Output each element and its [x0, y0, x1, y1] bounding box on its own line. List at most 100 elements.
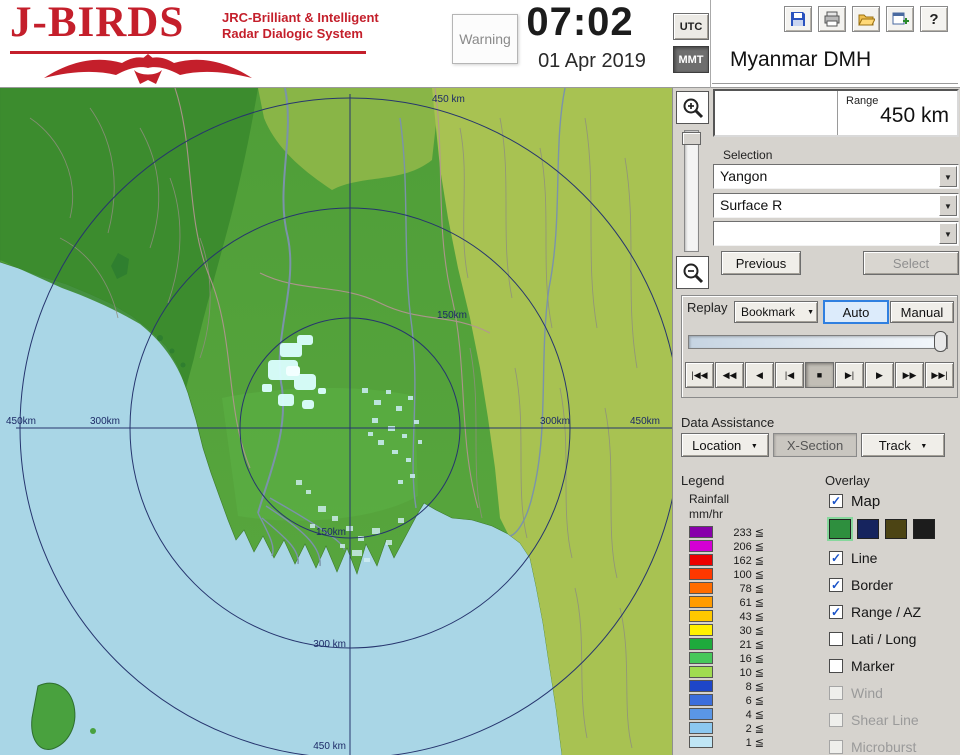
- legend-color-swatch: [689, 554, 713, 566]
- overlay-label-line: Line: [851, 549, 878, 566]
- track-button[interactable]: Track ▼: [861, 433, 945, 457]
- chevron-down-icon: ▼: [807, 309, 814, 316]
- zoom-in-button[interactable]: [676, 91, 709, 124]
- checkbox-microburst[interactable]: [829, 739, 843, 754]
- legend-unit-line1: Rainfall: [689, 492, 730, 506]
- auto-button[interactable]: Auto: [823, 300, 889, 324]
- playback-stop-button[interactable]: ■: [805, 362, 834, 388]
- legend-color-swatch: [689, 526, 713, 538]
- legend-row: 162 ≦: [689, 553, 764, 567]
- location-button[interactable]: Location ▼: [681, 433, 769, 457]
- manual-button[interactable]: Manual: [890, 301, 954, 323]
- eagle-icon: [44, 54, 252, 84]
- ring-label: 150km: [316, 527, 346, 538]
- print-button[interactable]: [818, 6, 846, 32]
- checkbox-shear-line[interactable]: [829, 712, 843, 727]
- replay-slider-thumb[interactable]: [934, 331, 947, 352]
- chevron-down-icon[interactable]: ▼: [939, 166, 957, 187]
- playback-step-back-button[interactable]: |◀: [775, 362, 804, 388]
- map-color-swatch-1[interactable]: [829, 519, 851, 539]
- radar-map[interactable]: 450 km 150km 450km 300km 300km 450km 150…: [0, 88, 672, 755]
- x-section-button[interactable]: X-Section: [773, 433, 857, 457]
- legend-value: 6 ≦: [745, 694, 764, 707]
- replay-slider-track[interactable]: [688, 335, 948, 349]
- legend-value: 1 ≦: [745, 736, 764, 749]
- legend-row: 6 ≦: [689, 693, 764, 707]
- extra-dropdown[interactable]: ▼: [713, 221, 959, 246]
- new-window-icon: [892, 12, 909, 25]
- playback-skip-end-button[interactable]: ▶▶|: [925, 362, 954, 388]
- overlay-item-map: ✓ Map: [829, 488, 960, 514]
- map-color-swatch-4[interactable]: [913, 519, 935, 539]
- overlay-label: Overlay: [825, 473, 870, 488]
- control-panel: Range 450 km Selection Yangon ▼ Surface …: [672, 88, 960, 755]
- checkbox-lati-long[interactable]: [829, 631, 843, 646]
- map-color-swatch-2[interactable]: [857, 519, 879, 539]
- map-color-swatch-3[interactable]: [885, 519, 907, 539]
- overlay-item-line: ✓ Line: [829, 544, 960, 571]
- checkbox-wind[interactable]: [829, 685, 843, 700]
- ring-label: 450 km: [313, 741, 346, 752]
- overlay-label-range-az: Range / AZ: [851, 603, 922, 620]
- help-icon: ?: [929, 10, 939, 28]
- checkbox-map[interactable]: ✓: [829, 494, 843, 508]
- legend-value: 21 ≦: [739, 638, 764, 651]
- ring-label: 450 km: [432, 94, 465, 105]
- previous-button[interactable]: Previous: [721, 251, 801, 275]
- chevron-down-icon[interactable]: ▼: [939, 195, 957, 216]
- legend-label: Legend: [681, 473, 725, 488]
- product-dropdown[interactable]: Surface R ▼: [713, 193, 959, 218]
- legend-row: 233 ≦: [689, 525, 764, 539]
- jbirds-app: J-BIRDS JRC-Brilliant & Intelligent Rada…: [0, 0, 960, 755]
- zoom-slider-track[interactable]: [684, 130, 699, 252]
- warning-button[interactable]: Warning: [452, 14, 518, 64]
- playback-step-forward-button[interactable]: ▶|: [835, 362, 864, 388]
- overlay-label-wind: Wind: [851, 684, 883, 701]
- checkbox-border[interactable]: ✓: [829, 577, 843, 592]
- save-button[interactable]: [784, 6, 812, 32]
- playback-play-button[interactable]: ▶: [865, 362, 894, 388]
- legend-row: 21 ≦: [689, 637, 764, 651]
- delta-plain: [222, 387, 418, 521]
- zoom-slider-thumb[interactable]: [682, 132, 701, 145]
- checkbox-marker[interactable]: [829, 658, 843, 673]
- select-button[interactable]: Select: [863, 251, 959, 275]
- checkbox-line[interactable]: ✓: [829, 550, 843, 565]
- legend-value: 4 ≦: [745, 708, 764, 721]
- legend-color-swatch: [689, 610, 713, 622]
- overlay-label-border: Border: [851, 576, 894, 593]
- logo-subtitle-line1: JRC-Brilliant & Intelligent: [222, 10, 379, 25]
- logo: J-BIRDS JRC-Brilliant & Intelligent Rada…: [10, 0, 382, 86]
- selection-label: Selection: [723, 148, 773, 162]
- legend-color-swatch: [689, 708, 713, 720]
- playback-play-back-button[interactable]: ◀: [745, 362, 774, 388]
- checkbox-range-az[interactable]: ✓: [829, 604, 843, 619]
- new-window-button[interactable]: [886, 6, 914, 32]
- zoom-in-icon: [683, 98, 703, 118]
- legend-row: 206 ≦: [689, 539, 764, 553]
- overlay-item-shear-line: Shear Line: [829, 706, 960, 733]
- overlay-label-shear-line: Shear Line: [851, 711, 919, 728]
- legend-value: 100 ≦: [733, 568, 764, 581]
- playback-fast-forward-button[interactable]: ▶▶: [895, 362, 924, 388]
- help-button[interactable]: ?: [920, 6, 948, 32]
- mmt-button[interactable]: MMT: [673, 46, 709, 73]
- legend-color-swatch: [689, 624, 713, 636]
- legend-value: 206 ≦: [733, 540, 764, 553]
- zoom-out-icon: [683, 263, 703, 283]
- legend-value: 43 ≦: [739, 610, 764, 623]
- site-dropdown[interactable]: Yangon ▼: [713, 164, 959, 189]
- utc-button[interactable]: UTC: [673, 13, 709, 40]
- header-divider: [710, 0, 711, 88]
- open-folder-button[interactable]: [852, 6, 880, 32]
- bookmark-button[interactable]: Bookmark ▼: [734, 301, 818, 323]
- zoom-out-button[interactable]: [676, 256, 709, 289]
- chevron-down-icon[interactable]: ▼: [939, 223, 957, 244]
- playback-skip-start-button[interactable]: |◀◀: [685, 362, 714, 388]
- legend-value: 10 ≦: [739, 666, 764, 679]
- playback-fast-rewind-button[interactable]: ◀◀: [715, 362, 744, 388]
- legend-value: 162 ≦: [733, 554, 764, 567]
- ring-label: 150km: [437, 310, 467, 321]
- open-folder-icon: [858, 14, 875, 26]
- legend-color-swatch: [689, 694, 713, 706]
